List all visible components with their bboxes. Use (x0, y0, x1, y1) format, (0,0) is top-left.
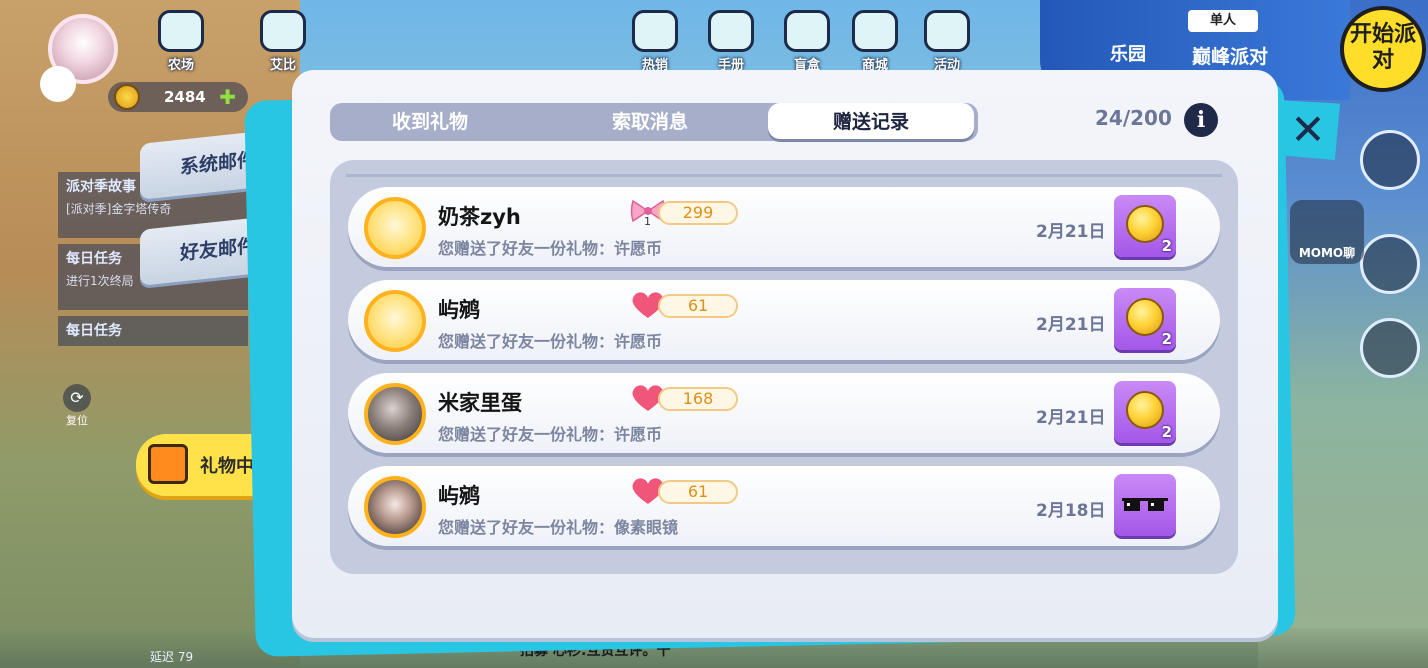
gift-item-slot[interactable]: 2 (1114, 195, 1176, 257)
reset-button[interactable]: ⟳ 复位 (60, 384, 94, 428)
record-row[interactable]: 奶茶zyh 您赠送了好友一份礼物：许愿币 1 299 2月21日 2 (348, 187, 1220, 267)
handbook-icon (708, 10, 754, 52)
intimacy-points: 61 (658, 480, 738, 504)
wish-coin-icon (1126, 205, 1164, 243)
currency-display: 2484 ✚ (108, 82, 248, 112)
record-row[interactable]: 米家里蛋 您赠送了好友一份礼物：许愿币 168 2月21日 2 (348, 373, 1220, 453)
gift-item-slot[interactable] (1114, 474, 1176, 536)
shop-icon (852, 10, 898, 52)
reset-icon: ⟳ (63, 384, 91, 412)
hot-sale-icon (632, 10, 678, 52)
screen-icon[interactable] (1360, 234, 1420, 294)
record-date: 2月21日 (1036, 315, 1106, 335)
tab-received-gifts[interactable]: 收到礼物 (330, 103, 530, 141)
floating-dot[interactable] (40, 66, 76, 102)
wish-coin-icon (1126, 298, 1164, 336)
gift-record-modal: 收到礼物 索取消息 赠送记录 24/200 i 奶茶zyh 您赠送了好友一份礼物… (292, 70, 1278, 638)
item-quantity: 2 (1161, 423, 1172, 441)
gift-item-slot[interactable]: 2 (1114, 288, 1176, 350)
farm-button[interactable]: 农场 (146, 10, 216, 74)
intimacy-points: 168 (658, 387, 738, 411)
friend-name: 屿鹓 (438, 298, 480, 322)
record-date: 2月21日 (1036, 222, 1106, 242)
info-icon[interactable]: i (1184, 103, 1218, 137)
wish-coin-icon (1126, 391, 1164, 429)
friend-name: 奶茶zyh (438, 205, 521, 229)
single-mode-badge: 单人 (1188, 10, 1258, 32)
record-row[interactable]: 屿鹓 您赠送了好友一份礼物：像素眼镜 61 2月18日 (348, 466, 1220, 546)
record-description: 您赠送了好友一份礼物：像素眼镜 (438, 518, 679, 537)
abby-button[interactable]: 艾比 (248, 10, 318, 74)
record-description: 您赠送了好友一份礼物：许愿币 (438, 425, 663, 444)
record-list[interactable]: 奶茶zyh 您赠送了好友一份礼物：许愿币 1 299 2月21日 2 屿鹓 您赠… (346, 174, 1222, 560)
bow-badge-value: 1 (644, 215, 651, 228)
event-icon (924, 10, 970, 52)
mode-name: 巅峰派对 (1192, 46, 1269, 68)
item-quantity: 2 (1161, 330, 1172, 348)
momo-chat-button[interactable]: MOMO聊 (1290, 200, 1364, 264)
intimacy-points: 299 (658, 201, 738, 225)
friend-avatar[interactable] (364, 476, 426, 538)
currency-value: 2484 (164, 88, 206, 106)
task-item[interactable]: 每日任务 (58, 316, 248, 346)
add-currency-button[interactable]: ✚ (219, 82, 236, 112)
close-icon[interactable]: ✕ (1276, 100, 1340, 160)
record-row[interactable]: 屿鹓 您赠送了好友一份礼物：许愿币 61 2月21日 2 (348, 280, 1220, 360)
item-quantity: 2 (1161, 237, 1172, 255)
box-icon[interactable] (1360, 130, 1420, 190)
event-button[interactable]: 活动 (912, 10, 982, 74)
hot-sale-button[interactable]: 热销 (620, 10, 690, 74)
record-date: 2月21日 (1036, 408, 1106, 428)
record-date: 2月18日 (1036, 501, 1106, 521)
blind-box-button[interactable]: 盲盒 (772, 10, 842, 74)
friend-avatar[interactable] (364, 290, 426, 352)
record-list-container: 奶茶zyh 您赠送了好友一份礼物：许愿币 1 299 2月21日 2 屿鹓 您赠… (330, 160, 1238, 574)
modal-tab-bar: 收到礼物 索取消息 赠送记录 (330, 103, 978, 141)
start-party-button[interactable]: 开始派对 (1340, 6, 1426, 92)
park-label: 乐园 (1110, 44, 1146, 65)
tab-request-messages[interactable]: 索取消息 (550, 103, 750, 141)
latency-label: 延迟 79 (150, 650, 194, 664)
friend-name: 屿鹓 (438, 484, 480, 508)
emote-icon[interactable] (1360, 318, 1420, 378)
intimacy-points: 61 (658, 294, 738, 318)
record-count: 24/200 (1095, 106, 1172, 130)
record-description: 您赠送了好友一份礼物：许愿币 (438, 239, 663, 258)
shop-button[interactable]: 商城 (840, 10, 910, 74)
gift-item-slot[interactable]: 2 (1114, 381, 1176, 443)
coin-icon (114, 84, 140, 110)
friend-avatar[interactable] (364, 383, 426, 445)
friend-name: 米家里蛋 (438, 391, 522, 415)
record-description: 您赠送了好友一份礼物：许愿币 (438, 332, 663, 351)
gift-icon (148, 444, 188, 484)
friend-avatar[interactable] (364, 197, 426, 259)
abby-icon (260, 10, 306, 52)
tab-sent-records[interactable]: 赠送记录 (768, 103, 974, 139)
pixel-glasses-icon (1122, 498, 1168, 511)
farm-icon (158, 10, 204, 52)
handbook-button[interactable]: 手册 (696, 10, 766, 74)
blind-box-icon (784, 10, 830, 52)
